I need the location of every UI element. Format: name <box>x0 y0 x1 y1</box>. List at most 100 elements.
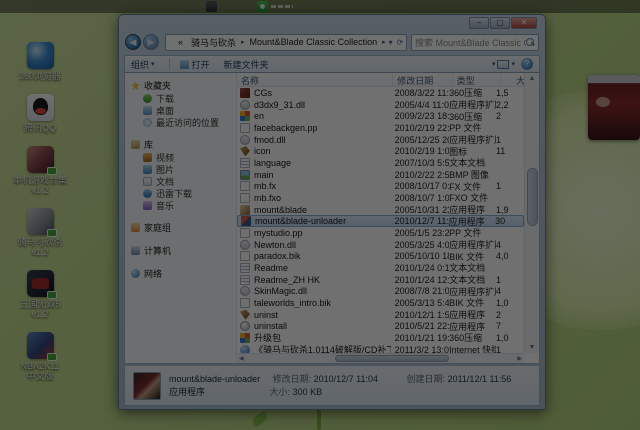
file-name: d3dx9_31.dll <box>254 100 305 110</box>
desktop-icon[interactable]: 骑马与砍杀v1.2 <box>8 208 72 257</box>
file-name: mystudio.pp <box>254 228 303 238</box>
file-row[interactable]: Readme2010/1/24 0:17文本文档 <box>237 262 524 274</box>
file-row[interactable]: fmod.dll2005/12/25 20:44应用程序扩展1 <box>237 134 524 146</box>
scroll-down-icon[interactable]: ▼ <box>527 343 537 352</box>
file-row[interactable]: d3dx9_31.dll2005/4/4 11:05应用程序扩展2,2 <box>237 99 524 111</box>
organize-button[interactable]: 组织 ▾ <box>131 58 155 71</box>
file-name: icon <box>254 146 271 156</box>
file-row[interactable]: facebackgen.pp2010/2/19 22:04PP 文件 <box>237 122 524 134</box>
desktop-icon[interactable]: 三国无双5v1.2 <box>8 270 72 319</box>
maximize-button[interactable]: ▢ <box>490 17 510 29</box>
file-row[interactable]: icon2010/2/19 1:04图标11 <box>237 145 524 157</box>
back-button[interactable]: ◀ <box>125 34 141 50</box>
vertical-scrollbar[interactable]: ▲ ▼ <box>524 73 539 353</box>
file-row[interactable]: Newton.dll2005/3/25 4:02应用程序扩展4 <box>237 239 524 251</box>
file-type-icon <box>240 135 250 145</box>
file-row[interactable]: CGs2008/3/22 11:45360压缩1,5 <box>237 87 524 99</box>
file-date: 2010/12/1 1:50 <box>391 310 450 320</box>
file-row[interactable]: mb.fxo2008/10/7 1:05FXO 文件 <box>237 192 524 204</box>
search-input[interactable]: 搜索 Mount&Blade Classic Colle... <box>411 34 539 51</box>
scroll-up-icon[interactable]: ▲ <box>527 74 537 83</box>
file-row[interactable]: mb.fx2008/10/17 0:27FX 文件1 <box>237 180 524 192</box>
refresh-icon[interactable]: ⟳ <box>395 38 406 47</box>
file-row[interactable]: mount&blade2005/10/31 23:40应用程序1,9 <box>237 204 524 216</box>
qq-icon <box>27 94 54 121</box>
scroll-right-icon[interactable]: ▶ <box>517 355 522 362</box>
open-icon <box>180 60 189 69</box>
screenshot-tool-icon[interactable] <box>206 1 217 12</box>
column-name[interactable]: 名称 <box>237 73 393 86</box>
close-button[interactable]: ✕ <box>511 17 537 29</box>
nav-item-lib[interactable]: 库 <box>131 138 236 151</box>
vertical-scroll-thumb[interactable] <box>527 168 538 226</box>
horizontal-scrollbar[interactable]: ◀ ▶ <box>237 353 524 363</box>
file-name: language <box>254 158 291 168</box>
nav-label: 最近访问的位置 <box>156 116 219 129</box>
file-row[interactable]: en2009/2/23 18:51360压缩2 <box>237 110 524 122</box>
nav-item-music[interactable]: 音乐 <box>131 199 236 211</box>
network-icon <box>131 269 140 278</box>
views-icon[interactable] <box>497 60 509 69</box>
file-row[interactable]: paradox.bik2005/10/10 18:43BIK 文件4,0 <box>237 250 524 262</box>
nav-item-doc[interactable]: 文档 <box>131 175 236 187</box>
file-row[interactable]: taleworlds_intro.bik2005/3/13 5:45BIK 文件… <box>237 297 524 309</box>
recorder-tool-icon[interactable] <box>257 1 268 12</box>
desktop-icon[interactable]: 360浏览器 <box>8 42 72 81</box>
views-caret[interactable]: ▾ <box>511 60 515 68</box>
desktop-icon[interactable]: NBA2K11中文版 <box>8 332 72 381</box>
file-row[interactable]: 升级包2010/1/21 19:04360压缩1,0 <box>237 332 524 344</box>
file-row[interactable]: language2007/10/3 5:55文本文档 <box>237 157 524 169</box>
nav-item-thunder[interactable]: 迅雷下载 <box>131 187 236 199</box>
file-row[interactable]: main2010/2/22 2:56BMP 图像 <box>237 169 524 181</box>
file-row[interactable]: uninst2010/12/1 1:50应用程序2 <box>237 309 524 321</box>
file-row[interactable]: uninstall2010/5/21 22:32应用程序7 <box>237 320 524 332</box>
partial-side-window[interactable] <box>588 75 640 140</box>
breadcrumb-parent[interactable]: 骑马与砍杀 <box>187 36 240 49</box>
address-bar[interactable]: « 骑马与砍杀 ▸ Mount&Blade Classic Collection… <box>165 34 407 51</box>
nav-item-home[interactable]: 家庭组 <box>131 221 236 234</box>
new-folder-button[interactable]: 新建文件夹 <box>224 58 269 71</box>
nav-item-network[interactable]: 网络 <box>131 267 236 280</box>
address-dropdown-icon[interactable]: ▾ <box>387 38 395 47</box>
breadcrumb-overflow[interactable]: « <box>174 37 187 47</box>
desktop-icon[interactable]: 单机游戏合集v1.2 <box>8 146 72 195</box>
nav-item-desk[interactable]: 桌面 <box>131 104 236 116</box>
column-type[interactable]: 类型 <box>453 73 501 86</box>
open-button[interactable]: 打开 <box>180 58 210 71</box>
breadcrumb-current[interactable]: Mount&Blade Classic Collection <box>246 37 382 47</box>
file-name: fmod.dll <box>254 135 286 145</box>
file-row[interactable]: SkinMagic.dll2008/7/8 21:09应用程序扩展4 <box>237 285 524 297</box>
file-size: 1 <box>496 275 524 285</box>
nav-item-video[interactable]: 视频 <box>131 151 236 163</box>
nav-item-computer[interactable]: 计算机 <box>131 244 236 257</box>
file-type-icon <box>240 228 250 238</box>
file-row[interactable]: mount&blade-unloader2010/12/7 11:04应用程序3… <box>237 215 524 227</box>
file-name: mount&blade <box>254 205 307 215</box>
search-icon[interactable] <box>526 38 535 47</box>
caption-buttons: – ▢ ✕ <box>468 17 537 29</box>
views-caret-left[interactable]: ▾ <box>492 60 496 68</box>
nav-item-pic[interactable]: 图片 <box>131 163 236 175</box>
tool-label-marks <box>271 5 293 8</box>
file-date: 2008/10/17 0:27 <box>391 181 450 191</box>
file-row[interactable]: mystudio.pp2005/1/5 23:22PP 文件 <box>237 227 524 239</box>
nav-item-down[interactable]: 下载 <box>131 92 236 104</box>
pic-icon <box>143 165 152 174</box>
desktop-icon[interactable]: 腾讯QQ <box>8 94 72 133</box>
forward-button[interactable]: ▶ <box>143 34 159 50</box>
nav-item-star[interactable]: 收藏夹 <box>131 79 236 92</box>
nav-label: 音乐 <box>156 199 174 212</box>
desktop-icon-column: 360浏览器腾讯QQ 单机游戏合集v1.2 骑马与砍杀v1.2 三国无双5v1.2 NB… <box>8 42 72 394</box>
help-icon[interactable]: ? <box>521 58 533 70</box>
file-type-icon <box>240 146 250 156</box>
selected-file-thumbnail <box>133 372 161 400</box>
file-type-icon <box>240 205 250 215</box>
file-type-icon <box>240 123 250 133</box>
column-date[interactable]: 修改日期 <box>393 73 452 86</box>
scroll-left-icon[interactable]: ◀ <box>239 355 244 362</box>
file-row[interactable]: 《骑马与砍杀1.0114破解版/CD补丁 V2.5》2011/3/2 13:03… <box>237 344 524 353</box>
file-row[interactable]: Readme_ZH HK2010/1/24 12:11文本文档1 <box>237 274 524 286</box>
horizontal-scroll-thumb[interactable] <box>335 355 450 362</box>
nav-item-recent[interactable]: 最近访问的位置 <box>131 116 236 128</box>
minimize-button[interactable]: – <box>469 17 489 29</box>
